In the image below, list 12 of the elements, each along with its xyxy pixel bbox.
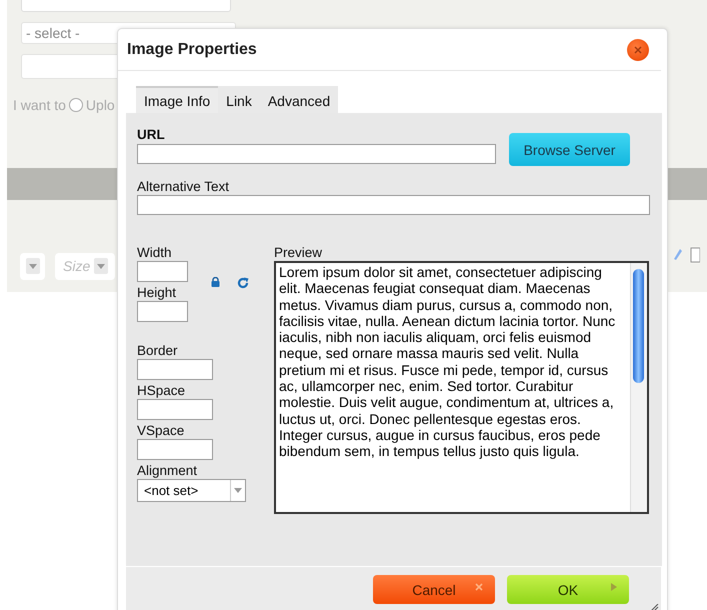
field-label: Height: [137, 285, 178, 300]
field-label: HSpace: [137, 383, 186, 398]
field-label: VSpace: [137, 423, 186, 438]
field-label: Preview: [274, 245, 324, 260]
field-label: URL: [137, 127, 166, 142]
field-label: Width: [137, 245, 173, 260]
field-label: Alignment: [137, 463, 198, 478]
preview-text: Lorem ipsum dolor sit amet, consectetuer adipiscing elit. Maecenas feugiat consequat diam. Maecenas metus. Vivamus diam purus, cursus a, commodo non, facilisis vitae, nulla. Aenean dictum lacinia tortor. Nunc iaculis, nibh non iaculis aliquam, orci felis euismod neque, sed ornare massa mauris sed velit. Nulla pretium mi et risus. Fusce mi pede, tempor id, cursus ac, ullamcorper nec, enim. Sed tortor. Curabitur molestie. Duis velit augue, condimentum at, ultrices a, luctus ut, orci. Donec pellentesque egestas eros. Integer cursus, augue in cursus faucibus, eros pede bibendum sem, in tempus tellus justo quis ligula.: [278, 263, 616, 462]
field-label: Alternative Text: [137, 179, 230, 194]
choice-label: I want to: [13, 97, 66, 113]
field-label: Border: [137, 343, 179, 358]
radio-label: Uplo: [86, 97, 115, 113]
